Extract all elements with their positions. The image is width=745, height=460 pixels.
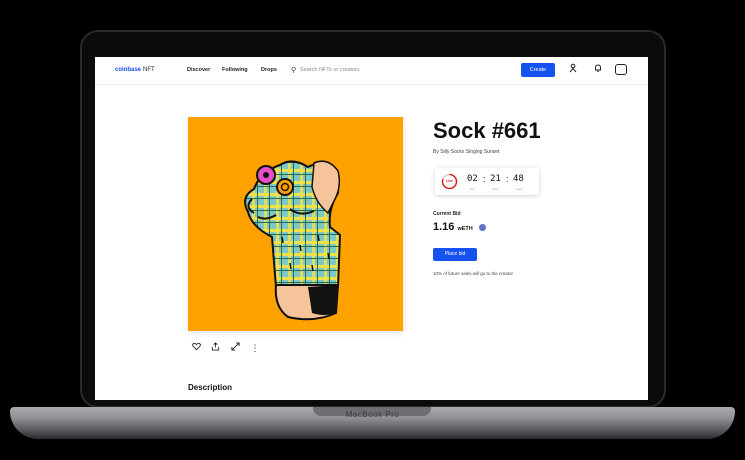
timer-minutes-unit: mins	[492, 187, 499, 191]
create-button[interactable]: Create	[521, 63, 555, 77]
current-bid-value: 1.16 wETH	[433, 221, 473, 233]
live-status-ring: Live	[441, 173, 458, 190]
nft-artwork[interactable]	[188, 117, 403, 331]
bid-amount: 1.16	[433, 221, 455, 233]
top-nav: coinbase NFT Discover Following Drops ⚲ S…	[95, 57, 648, 85]
nav-link-following[interactable]: Following	[222, 67, 248, 73]
logo[interactable]: coinbase NFT	[115, 67, 155, 73]
place-bid-button[interactable]: Place bid	[433, 248, 477, 261]
timer-seconds: 48	[513, 174, 524, 184]
eth-icon	[479, 224, 486, 231]
timer-minutes: 21	[490, 174, 501, 184]
timer-separator: :	[506, 174, 509, 184]
description-heading: Description	[188, 383, 233, 392]
auction-timer: Live 02 : 21 : 48 hrs mins secs	[435, 168, 539, 195]
timer-hours: 02	[467, 174, 478, 184]
nav-link-drops[interactable]: Drops	[261, 67, 277, 73]
avatar-icon[interactable]	[615, 64, 627, 75]
live-label: Live	[445, 179, 453, 183]
share-icon[interactable]	[209, 342, 221, 354]
expand-icon[interactable]	[229, 342, 241, 354]
nft-title: Sock #661	[433, 118, 541, 143]
logo-brand: coinbase	[115, 67, 142, 73]
device-label: MacBook Pro	[345, 410, 400, 419]
bid-unit: wETH	[457, 226, 473, 232]
user-icon[interactable]	[566, 63, 580, 77]
search-input[interactable]: Search NFTs or creators	[300, 67, 360, 73]
browser-screen: coinbase NFT Discover Following Drops ⚲ S…	[95, 57, 648, 400]
timer-separator: :	[483, 174, 486, 184]
logo-suffix: NFT	[143, 67, 155, 73]
royalty-note: 10% of future sales will go to the creat…	[433, 271, 514, 276]
more-icon[interactable]: ⋮	[249, 342, 261, 354]
sock-artwork-image	[244, 160, 342, 321]
heart-icon[interactable]	[190, 342, 202, 354]
search-icon: ⚲	[291, 67, 297, 74]
search-bar[interactable]: ⚲ Search NFTs or creators	[291, 64, 461, 76]
timer-seconds-unit: secs	[516, 187, 523, 191]
nav-link-discover[interactable]: Discover	[187, 67, 210, 73]
timer-hours-unit: hrs	[470, 187, 475, 191]
creator-line[interactable]: By Silly Socks Singing Sunset	[433, 149, 499, 155]
bell-icon[interactable]	[591, 63, 605, 77]
current-bid-label: Current Bid	[433, 211, 461, 217]
